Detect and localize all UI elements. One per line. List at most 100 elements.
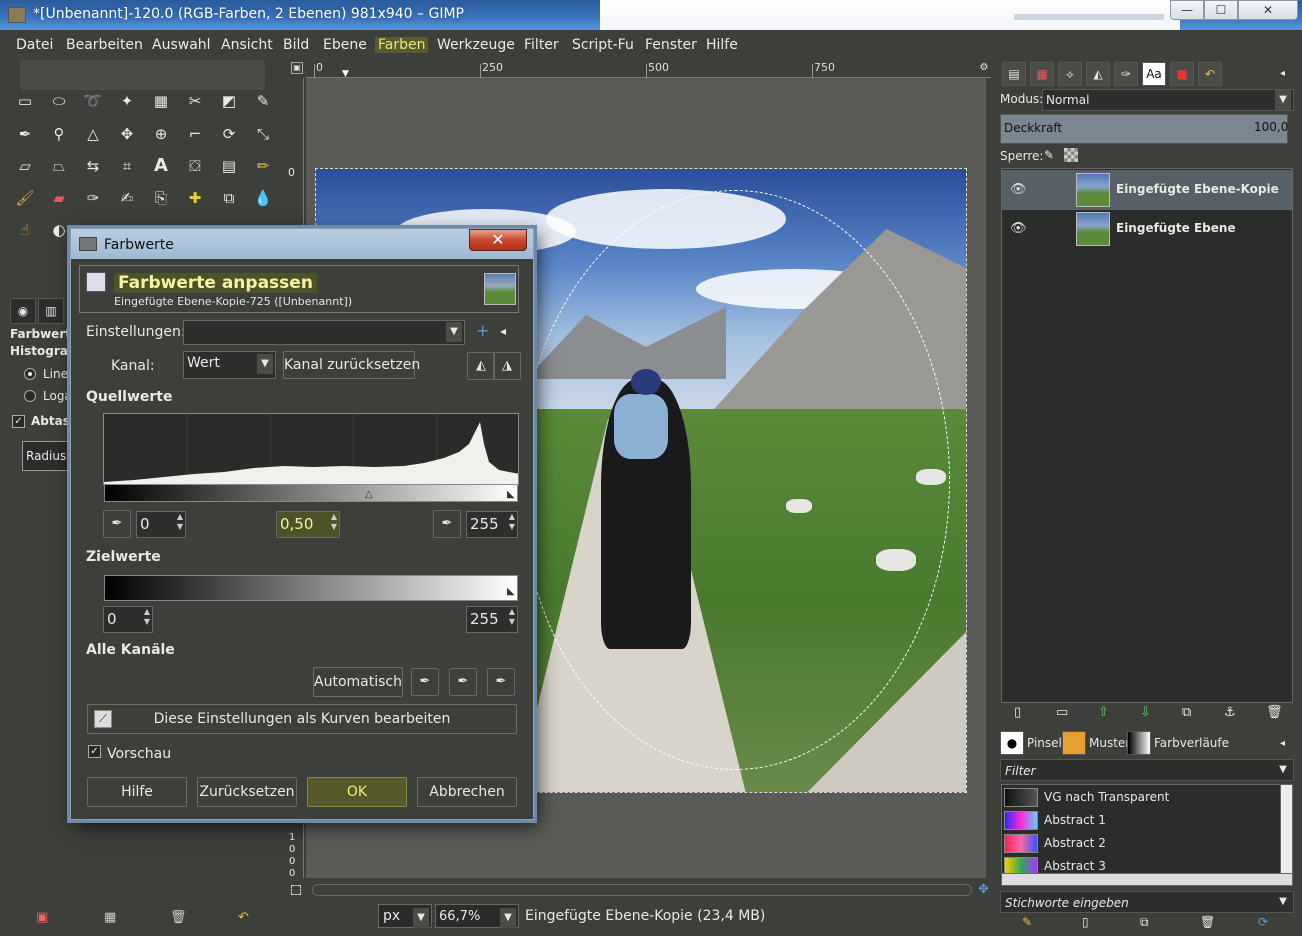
help-button[interactable]: Hilfe: [87, 777, 187, 807]
new-layer-group-icon[interactable]: ▭: [1056, 705, 1068, 720]
vertical-scrollbar[interactable]: [978, 78, 990, 878]
menu-filter[interactable]: Filter: [524, 37, 559, 53]
foreground-select-icon[interactable]: ◩: [216, 88, 242, 114]
menu-bearbeiten[interactable]: Bearbeiten: [66, 37, 143, 53]
quick-mask-corner-icon[interactable]: ▣: [291, 62, 303, 74]
auto-button[interactable]: Automatisch: [313, 667, 403, 697]
rotate-icon[interactable]: ⟳: [216, 121, 242, 147]
input-high-field[interactable]: 255 ▲ ▼: [466, 511, 518, 538]
color-select-icon[interactable]: ▦: [148, 88, 174, 114]
pick-white-icon[interactable]: ✒: [487, 668, 515, 696]
delete-resource-icon[interactable]: 🗑: [1200, 915, 1215, 929]
refresh-resource-icon[interactable]: ⟳: [1258, 915, 1268, 929]
menu-ansicht[interactable]: Ansicht: [221, 37, 273, 53]
tab-pinsel[interactable]: Pinsel: [1025, 729, 1064, 757]
pencil-icon[interactable]: ✏: [250, 153, 276, 179]
navigation-icon[interactable]: ✥: [978, 882, 989, 897]
menu-ebene[interactable]: Ebene: [323, 37, 367, 53]
paths-tab-icon[interactable]: ⟡: [1058, 62, 1082, 86]
blend-icon[interactable]: ▤: [216, 153, 242, 179]
anchor-layer-icon[interactable]: ⚓: [1224, 705, 1236, 720]
lock-pixels-icon[interactable]: ✎: [1044, 148, 1054, 162]
colormap-tab-icon[interactable]: ◭: [1086, 62, 1110, 86]
input-gradient[interactable]: ◢ △ ◣: [104, 484, 518, 502]
bucket-fill-icon[interactable]: ⛋: [182, 153, 208, 179]
dock-menu-icon[interactable]: ◂: [1280, 68, 1285, 79]
restore-options-icon[interactable]: ▦: [104, 910, 116, 925]
reset-options-icon[interactable]: ↶: [238, 910, 249, 925]
list-item[interactable]: VG nach Transparent: [1004, 786, 1280, 808]
linear-histogram-icon[interactable]: ◭: [467, 352, 495, 380]
flip-icon[interactable]: ⇆: [80, 153, 106, 179]
menu-farben[interactable]: Farben: [375, 37, 429, 53]
pick-gray-icon[interactable]: ✒: [449, 668, 477, 696]
scissors-icon[interactable]: ✂: [182, 88, 208, 114]
channels-tab-icon[interactable]: ▦: [1030, 62, 1054, 86]
dock-menu-icon[interactable]: ◂: [1280, 738, 1285, 749]
maximize-button[interactable]: ☐: [1204, 0, 1238, 20]
output-high-field[interactable]: 255 ▲ ▼: [466, 606, 518, 633]
radio-log[interactable]: [24, 390, 36, 402]
reset-channel-button[interactable]: Kanal zurücksetzen: [283, 351, 420, 379]
duplicate-resource-icon[interactable]: ⧉: [1140, 915, 1149, 930]
navigate-corner-icon[interactable]: [291, 885, 301, 895]
dodge-icon[interactable]: ◐: [46, 217, 72, 243]
fuzzy-select-icon[interactable]: ✦: [114, 88, 140, 114]
perspective-clone-icon[interactable]: ⧉: [216, 185, 242, 211]
shear-icon[interactable]: ▱: [12, 153, 38, 179]
sample-checkbox[interactable]: ✓: [12, 415, 25, 428]
scale-icon[interactable]: ⤡: [250, 121, 276, 147]
delete-layer-icon[interactable]: 🗑: [1266, 705, 1283, 720]
paintbrush-icon[interactable]: 🖌: [12, 185, 38, 211]
unit-select[interactable]: px ▼: [378, 904, 432, 928]
tool-options-tab-icon[interactable]: ◉: [10, 298, 36, 324]
pattern-tab-icon[interactable]: [1062, 731, 1086, 755]
lasso-icon[interactable]: ➰: [80, 88, 106, 114]
brush-tab-icon[interactable]: ✑: [1114, 62, 1138, 86]
clone-icon[interactable]: ⎘: [148, 185, 174, 211]
tags-input[interactable]: Stichworte eingeben ▼: [1000, 891, 1294, 913]
eye-icon[interactable]: 👁: [1010, 182, 1027, 197]
gradients-hscrollbar[interactable]: [1002, 873, 1292, 885]
zoom-select[interactable]: 66,7% ▼: [435, 904, 519, 928]
close-window-button[interactable]: ✕: [1238, 0, 1298, 20]
settings-select[interactable]: ▼: [183, 320, 465, 345]
radio-linear[interactable]: [24, 368, 36, 380]
device-status-tab-icon[interactable]: ▥: [38, 298, 64, 324]
menu-script-fu[interactable]: Script-Fu: [572, 37, 634, 53]
crop-icon[interactable]: ⌐: [182, 121, 208, 147]
pick-black-icon[interactable]: ✒: [411, 668, 439, 696]
ink-icon[interactable]: ✍: [114, 185, 140, 211]
paths-icon[interactable]: ✎: [250, 88, 276, 114]
move-icon[interactable]: ✥: [114, 121, 140, 147]
gradient-tab-icon[interactable]: [1127, 731, 1151, 755]
edit-resource-icon[interactable]: ✎: [1022, 915, 1032, 929]
layers-tab-icon[interactable]: ▤: [1002, 62, 1026, 86]
rect-select-icon[interactable]: ▭: [12, 88, 38, 114]
color-picker-icon[interactable]: ✒: [12, 121, 38, 147]
input-low-field[interactable]: 0 ▲ ▼: [136, 511, 186, 538]
log-histogram-icon[interactable]: ◮: [493, 352, 521, 380]
spin-arrows-icon[interactable]: ▲ ▼: [331, 512, 337, 532]
heal-icon[interactable]: ✚: [182, 185, 208, 211]
smudge-icon[interactable]: ☝: [12, 217, 38, 243]
align-icon[interactable]: ⊕: [148, 121, 174, 147]
brush-tab-icon[interactable]: ●: [1000, 731, 1024, 755]
spin-arrows-icon[interactable]: ▲ ▼: [509, 607, 515, 627]
lock-alpha-icon[interactable]: [1064, 148, 1078, 162]
eraser-icon[interactable]: ▰: [46, 185, 72, 211]
horizontal-scrollbar[interactable]: [312, 884, 972, 896]
edit-as-curves-button[interactable]: ⟋ Diese Einstellungen als Kurven bearbei…: [87, 704, 517, 734]
eye-icon[interactable]: 👁: [1010, 221, 1027, 236]
cage-icon[interactable]: ⌗: [114, 153, 140, 179]
ok-button[interactable]: OK: [307, 777, 407, 807]
menu-hilfe[interactable]: Hilfe: [706, 37, 738, 53]
blur-icon[interactable]: 💧: [250, 185, 276, 211]
perspective-icon[interactable]: ⏢: [46, 153, 72, 179]
save-options-icon[interactable]: ▣: [36, 910, 48, 925]
add-preset-icon[interactable]: +: [476, 321, 489, 340]
menu-datei[interactable]: Datei: [16, 37, 53, 53]
tab-farbverlaeufe[interactable]: Farbverläufe: [1152, 729, 1231, 757]
new-resource-icon[interactable]: ▯: [1082, 915, 1089, 929]
ellipse-select-icon[interactable]: ⬭: [46, 88, 72, 114]
